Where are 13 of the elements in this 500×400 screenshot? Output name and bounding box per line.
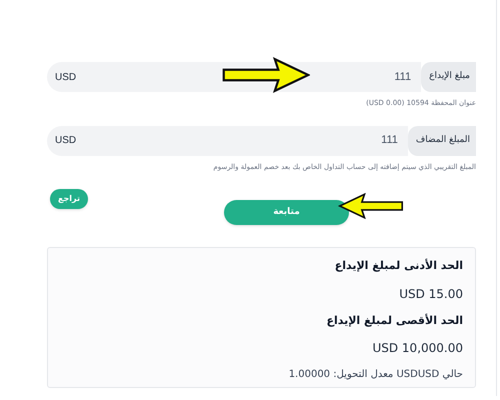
rate-note: حالي USDUSD معدل التحويل: 1.00000 <box>288 368 463 382</box>
limit-value: USD 10,000.00 <box>372 340 463 357</box>
limit-heading: الحد الأقصى لمبلغ الإيداع <box>326 312 463 329</box>
limit-value: USD 15.00 <box>399 286 463 302</box>
amount-value: 111 <box>394 70 412 85</box>
limit-heading: الحد الأدنى لمبلغ الإيداع <box>334 258 463 274</box>
field-label: المبلغ المضاف <box>416 134 470 147</box>
currency-label: USD <box>55 134 76 148</box>
arrow-icon <box>222 57 310 93</box>
currency-label: USD <box>55 70 76 84</box>
field-label: مبلغ الإيداع <box>429 70 470 84</box>
amount-field[interactable]: USD 111 <box>47 126 408 156</box>
amount-value: 111 <box>381 133 398 148</box>
